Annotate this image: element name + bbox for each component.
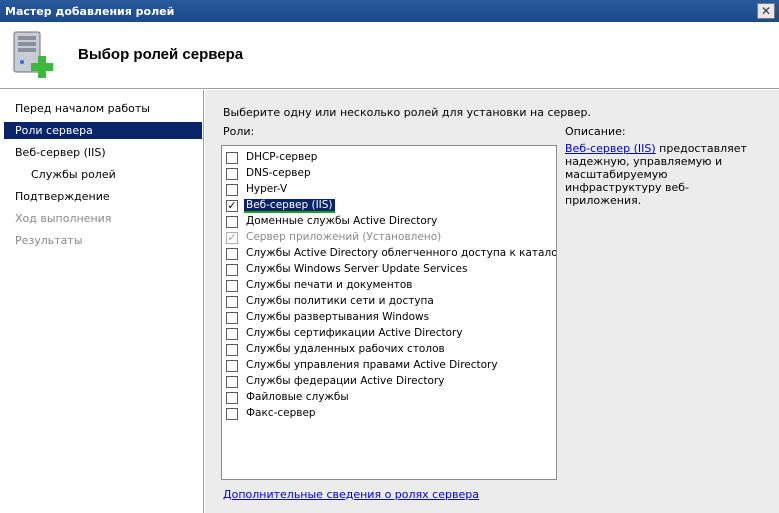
more-info-link[interactable]: Дополнительные сведения о ролях сервера xyxy=(223,488,479,501)
role-label: Службы политики сети и доступа xyxy=(246,295,434,307)
role-checkbox[interactable] xyxy=(226,408,238,420)
role-checkbox[interactable] xyxy=(226,376,238,388)
role-label: Службы развертывания Windows xyxy=(246,311,430,323)
wizard-content: Выберите одну или несколько ролей для ус… xyxy=(205,90,779,513)
server-add-icon xyxy=(13,31,53,78)
role-checkbox: ✓ xyxy=(226,232,238,244)
nav-item-web-server[interactable]: Веб-сервер (IIS) xyxy=(4,144,202,161)
role-label: Службы федерации Active Directory xyxy=(246,375,445,387)
role-label: Доменные службы Active Directory xyxy=(246,215,438,227)
wizard-header: Выбор ролей сервера xyxy=(0,22,779,89)
instruction-text: Выберите одну или несколько ролей для ус… xyxy=(223,106,591,119)
nav-item-results: Результаты xyxy=(15,234,83,247)
role-checkbox[interactable] xyxy=(226,248,238,260)
roles-label: Роли: xyxy=(223,125,255,138)
window-title: Мастер добавления ролей xyxy=(5,5,175,18)
role-checkbox[interactable] xyxy=(226,216,238,228)
wizard-sidebar: Перед началом работы Роли сервера Веб-се… xyxy=(0,90,204,513)
role-label: Факс-сервер xyxy=(246,407,316,419)
window-titlebar: Мастер добавления ролей ✕ xyxy=(0,0,779,22)
nav-item-server-roles[interactable]: Роли сервера xyxy=(4,122,202,139)
close-button[interactable]: ✕ xyxy=(757,3,775,19)
role-label: Службы печати и документов xyxy=(246,279,413,291)
role-label: DNS-сервер xyxy=(246,167,311,179)
role-checkbox[interactable]: ✓ xyxy=(226,200,238,212)
role-label: Службы управления правами Active Directo… xyxy=(246,359,498,371)
page-title: Выбор ролей сервера xyxy=(78,46,244,63)
role-checkbox[interactable] xyxy=(226,152,238,164)
checkmark-icon: ✓ xyxy=(227,231,237,244)
nav-item-confirmation[interactable]: Подтверждение xyxy=(4,188,202,205)
role-checkbox[interactable] xyxy=(226,392,238,404)
role-label: DHCP-сервер xyxy=(246,151,318,163)
role-checkbox[interactable] xyxy=(226,344,238,356)
role-label: Hyper-V xyxy=(246,183,288,195)
role-checkbox[interactable] xyxy=(226,360,238,372)
nav-item-before-start[interactable]: Перед началом работы xyxy=(4,100,202,117)
role-checkbox[interactable] xyxy=(226,312,238,324)
role-label: Файловые службы xyxy=(246,391,349,403)
role-label: Службы Windows Server Update Services xyxy=(246,263,468,275)
role-checkbox[interactable] xyxy=(226,328,238,340)
role-label: Службы сертификации Active Directory xyxy=(246,327,463,339)
role-checkbox[interactable] xyxy=(226,296,238,308)
role-label: Сервер приложений (Установлено) xyxy=(246,231,442,243)
role-checkbox[interactable] xyxy=(226,168,238,180)
roles-list[interactable]: DHCP-сервер DNS-сервер Hyper-V ✓ Веб-сер… xyxy=(221,145,557,480)
role-checkbox[interactable] xyxy=(226,264,238,276)
description-text: Веб-сервер (IIS) предоставляет надежную,… xyxy=(565,142,755,207)
role-label: Службы Active Directory облегченного дос… xyxy=(246,247,557,259)
role-checkbox[interactable] xyxy=(226,184,238,196)
checkmark-icon: ✓ xyxy=(227,199,237,212)
close-icon: ✕ xyxy=(760,4,772,18)
role-label: Службы удаленных рабочих столов xyxy=(246,343,445,355)
role-label: Веб-сервер (IIS) xyxy=(244,199,335,213)
role-checkbox[interactable] xyxy=(226,280,238,292)
description-label: Описание: xyxy=(565,125,626,138)
nav-item-role-services[interactable]: Службы ролей xyxy=(4,166,202,183)
nav-item-progress: Ход выполнения xyxy=(15,212,112,225)
description-link[interactable]: Веб-сервер (IIS) xyxy=(565,142,656,155)
